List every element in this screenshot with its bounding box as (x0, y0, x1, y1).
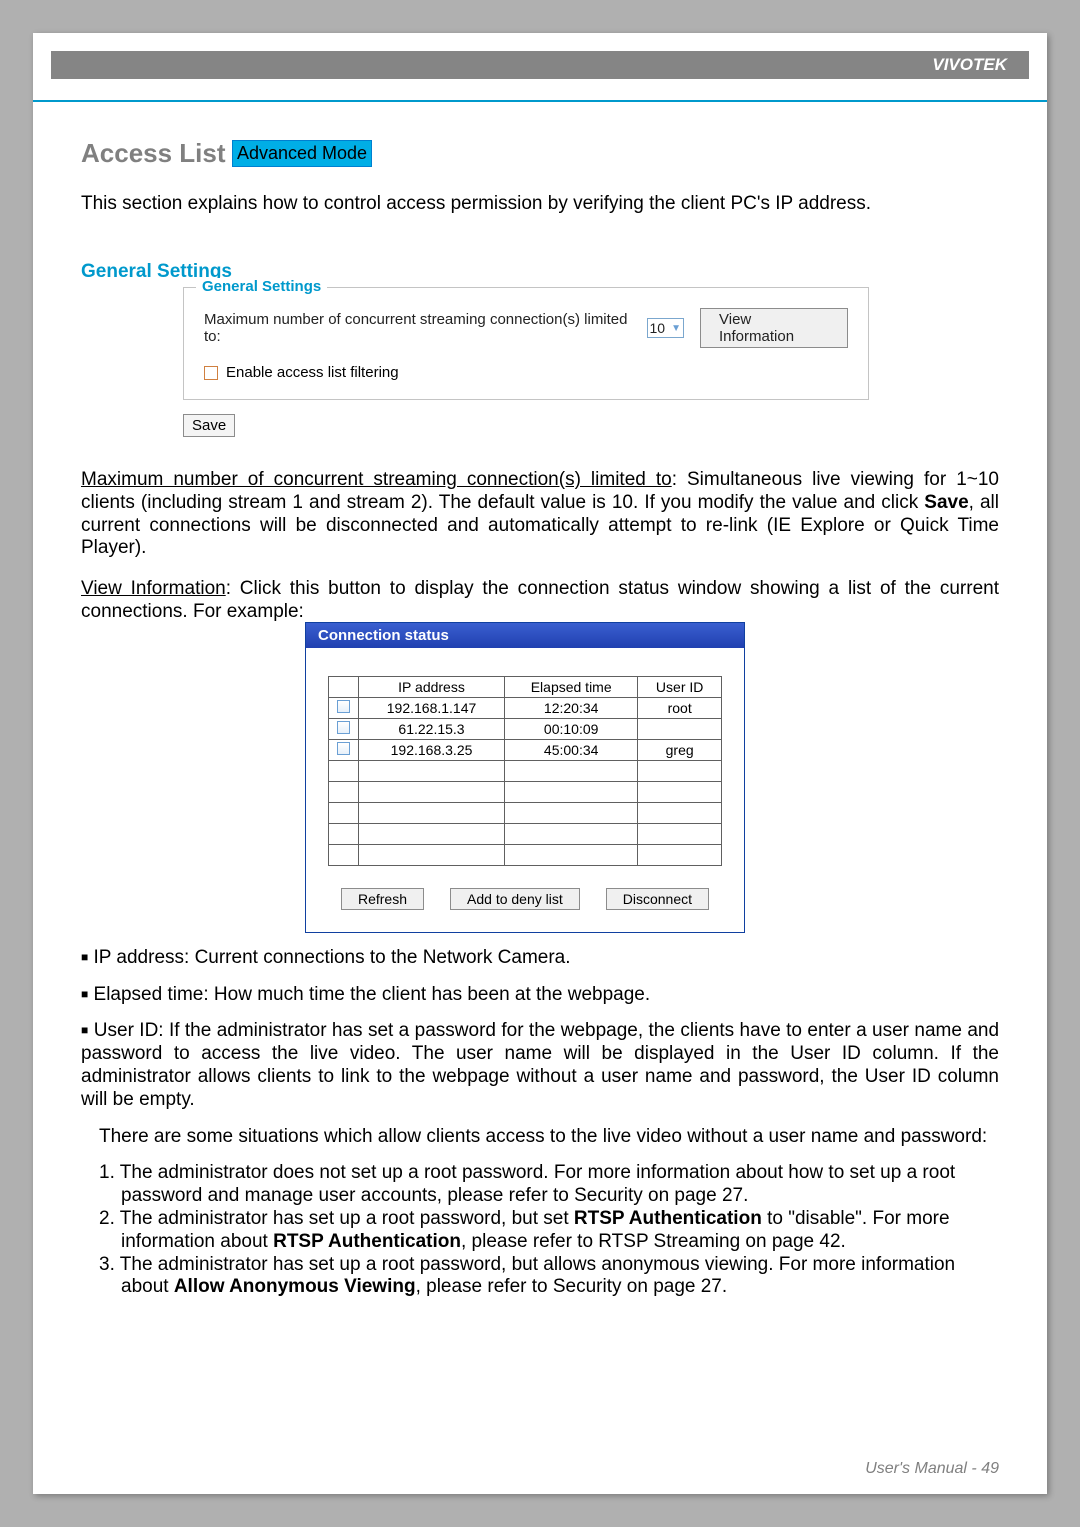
bullet-ip: ■ IP address: Current connections to the… (81, 947, 999, 970)
col-checkbox (329, 676, 359, 697)
table-row (329, 781, 722, 802)
page-footer: User's Manual - 49 (865, 1460, 999, 1478)
advanced-mode-badge: Advanced Mode (232, 140, 372, 167)
brand-text: VIVOTEK (932, 55, 1007, 74)
max-conn-label: Maximum number of concurrent streaming c… (204, 311, 643, 345)
chevron-down-icon: ▼ (671, 323, 681, 334)
intro-text: This section explains how to control acc… (81, 193, 999, 215)
view-info-paragraph: View Information: Click this button to d… (81, 578, 999, 624)
row-checkbox[interactable] (337, 721, 350, 734)
fieldset-legend: General Settings (196, 278, 327, 295)
add-to-deny-list-button[interactable]: Add to deny list (450, 888, 580, 910)
max-conn-select[interactable]: 10 ▼ (647, 318, 684, 338)
col-elapsed: Elapsed time (505, 676, 638, 697)
brand-bar: VIVOTEK (51, 51, 1029, 79)
col-userid: User ID (638, 676, 722, 697)
row-checkbox[interactable] (337, 742, 350, 755)
view-information-button[interactable]: View Information (700, 308, 848, 348)
enable-filter-label: Enable access list filtering (226, 364, 399, 381)
page-title: Access List (81, 138, 226, 169)
connection-status-panel: Connection status IP address Elapsed tim… (305, 622, 745, 933)
bullet-elapsed: ■ Elapsed time: How much time the client… (81, 984, 999, 1007)
table-row (329, 802, 722, 823)
table-row: 192.168.1.147 12:20:34 root (329, 697, 722, 718)
general-settings-fieldset: General Settings Maximum number of concu… (183, 287, 869, 400)
connection-table: IP address Elapsed time User ID 192.168.… (328, 676, 722, 866)
refresh-button[interactable]: Refresh (341, 888, 424, 910)
table-row: 192.168.3.25 45:00:34 greg (329, 739, 722, 760)
enable-filter-checkbox[interactable] (204, 366, 218, 380)
save-button[interactable]: Save (183, 414, 235, 437)
table-row: 61.22.15.3 00:10:09 (329, 718, 722, 739)
max-conn-paragraph: Maximum number of concurrent streaming c… (81, 469, 999, 560)
table-header-row: IP address Elapsed time User ID (329, 676, 722, 697)
title-row: Access List Advanced Mode (81, 138, 999, 169)
col-ip: IP address (359, 676, 505, 697)
disconnect-button[interactable]: Disconnect (606, 888, 709, 910)
table-row (329, 844, 722, 865)
situations-intro: There are some situations which allow cl… (81, 1126, 999, 1149)
bullet-userid: ■ User ID: If the administrator has set … (81, 1020, 999, 1111)
connection-status-title: Connection status (306, 623, 744, 648)
situations-list: 1. The administrator does not set up a r… (81, 1162, 999, 1299)
table-row (329, 760, 722, 781)
row-checkbox[interactable] (337, 700, 350, 713)
table-row (329, 823, 722, 844)
max-conn-value: 10 (650, 320, 666, 336)
divider (33, 100, 1047, 102)
page-number: 49 (981, 1460, 999, 1477)
